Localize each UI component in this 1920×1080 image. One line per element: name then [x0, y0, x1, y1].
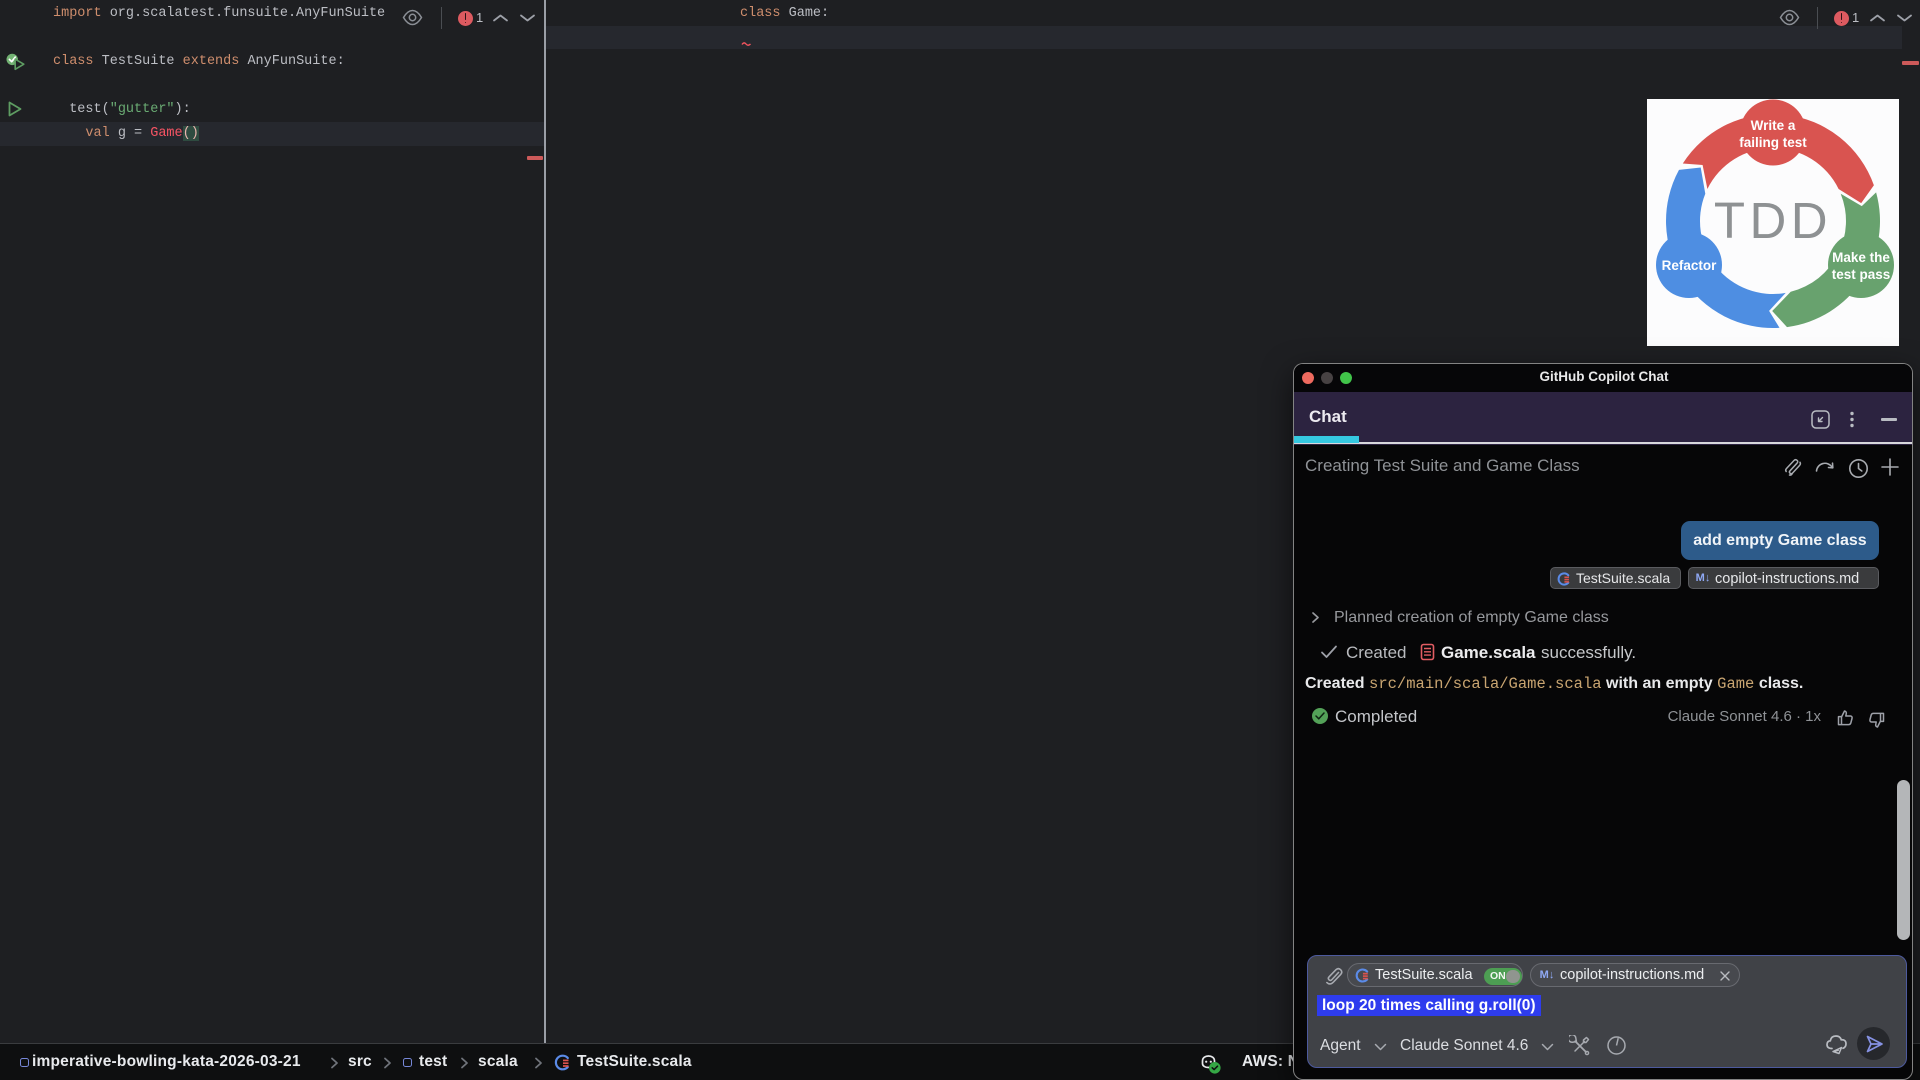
- svg-text:failing test: failing test: [1739, 135, 1807, 150]
- svg-text:Make the: Make the: [1832, 250, 1890, 265]
- svg-text:TDD: TDD: [1714, 192, 1832, 249]
- svg-text:Write a: Write a: [1751, 118, 1796, 133]
- svg-text:test pass: test pass: [1832, 267, 1891, 282]
- svg-text:Refactor: Refactor: [1662, 258, 1718, 273]
